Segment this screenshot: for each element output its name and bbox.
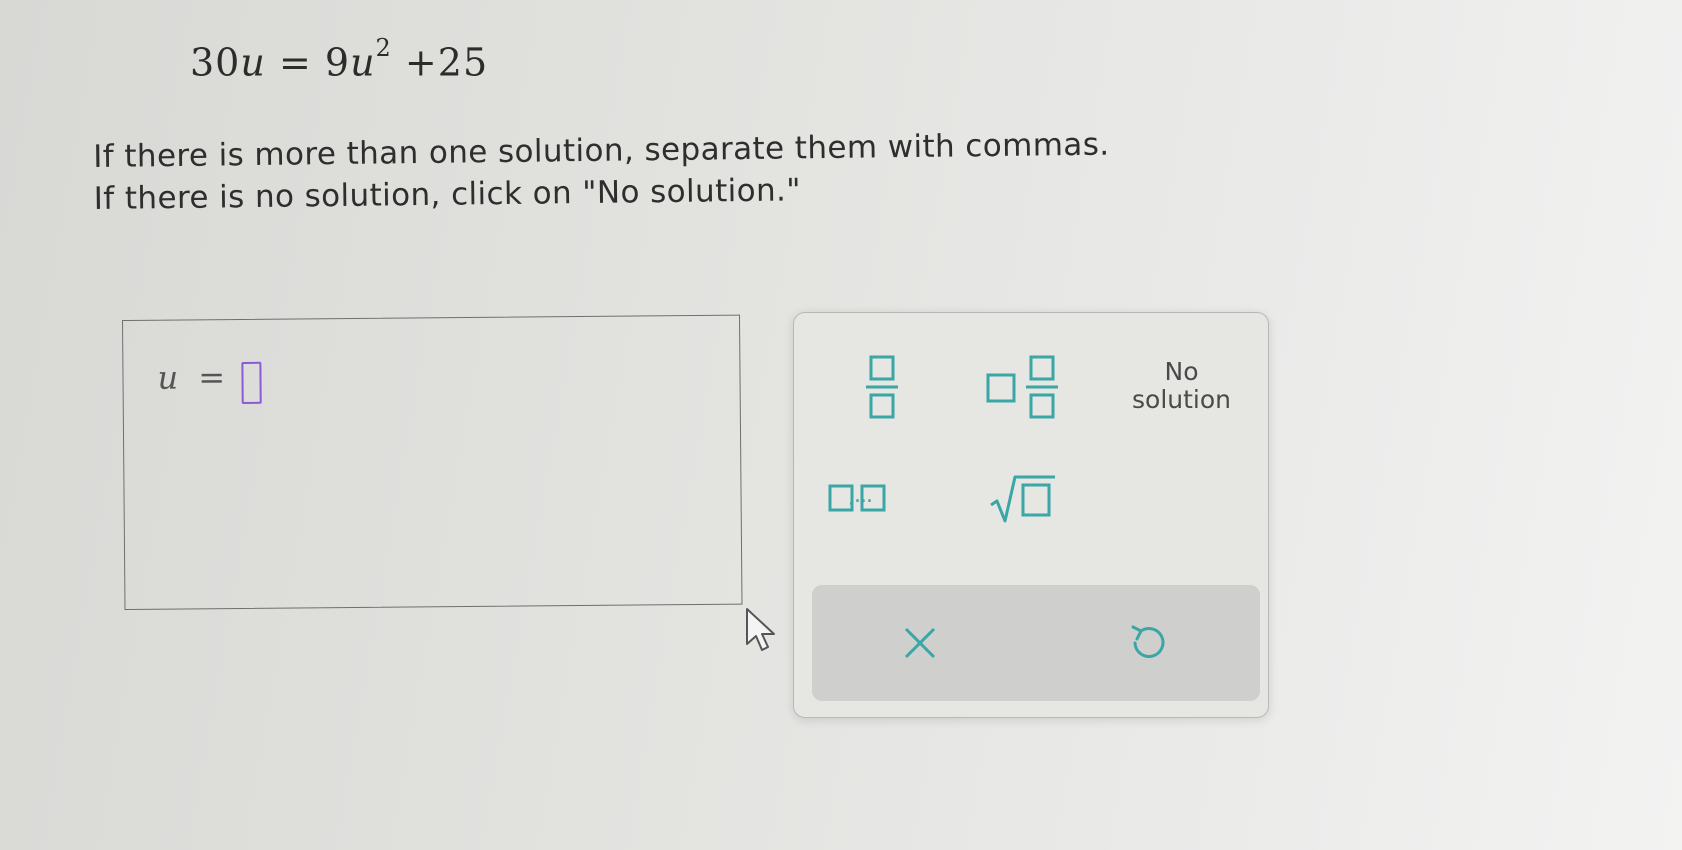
- clear-button[interactable]: [890, 613, 950, 673]
- equation-variable-squared: u: [350, 40, 376, 85]
- equation-exponent: 2: [375, 34, 392, 62]
- no-solution-line-2: solution: [1132, 385, 1231, 414]
- fraction-icon: [866, 355, 898, 419]
- equation-tail: +25: [404, 40, 489, 85]
- fraction-button[interactable]: [854, 349, 910, 425]
- equation: 30u = 9u2 +25: [190, 34, 489, 85]
- equation-left-coef: 30: [190, 40, 241, 85]
- answer-input-cursor[interactable]: [241, 361, 262, 404]
- mouse-pointer-icon: [746, 608, 775, 651]
- close-icon: [904, 627, 936, 659]
- list-suffix: ,...: [848, 483, 873, 508]
- square-root-button[interactable]: [984, 469, 1062, 529]
- equation-equals: =: [278, 40, 312, 85]
- mixed-number-button[interactable]: [982, 349, 1068, 425]
- answer-equals: =: [198, 358, 226, 397]
- equation-variable: u: [240, 40, 266, 85]
- undo-button[interactable]: [1117, 613, 1177, 673]
- equation-right-coef: 9: [324, 40, 351, 85]
- list-button[interactable]: ,...: [820, 473, 932, 523]
- list-icon: [828, 484, 886, 512]
- square-root-icon: [990, 475, 1055, 523]
- no-solution-line-1: No: [1164, 357, 1199, 386]
- keypad-actions: [812, 585, 1260, 701]
- undo-icon: [1131, 625, 1165, 658]
- no-solution-button[interactable]: No solution: [1119, 351, 1244, 421]
- mixed-number-icon: [986, 355, 1058, 419]
- instructions: If there is more than one solution, sepa…: [93, 124, 1110, 220]
- answer-input-box[interactable]: u =: [122, 314, 743, 610]
- math-keypad: No solution ,...: [793, 312, 1269, 718]
- answer-variable: u: [157, 358, 179, 397]
- answer-label: u =: [157, 358, 225, 397]
